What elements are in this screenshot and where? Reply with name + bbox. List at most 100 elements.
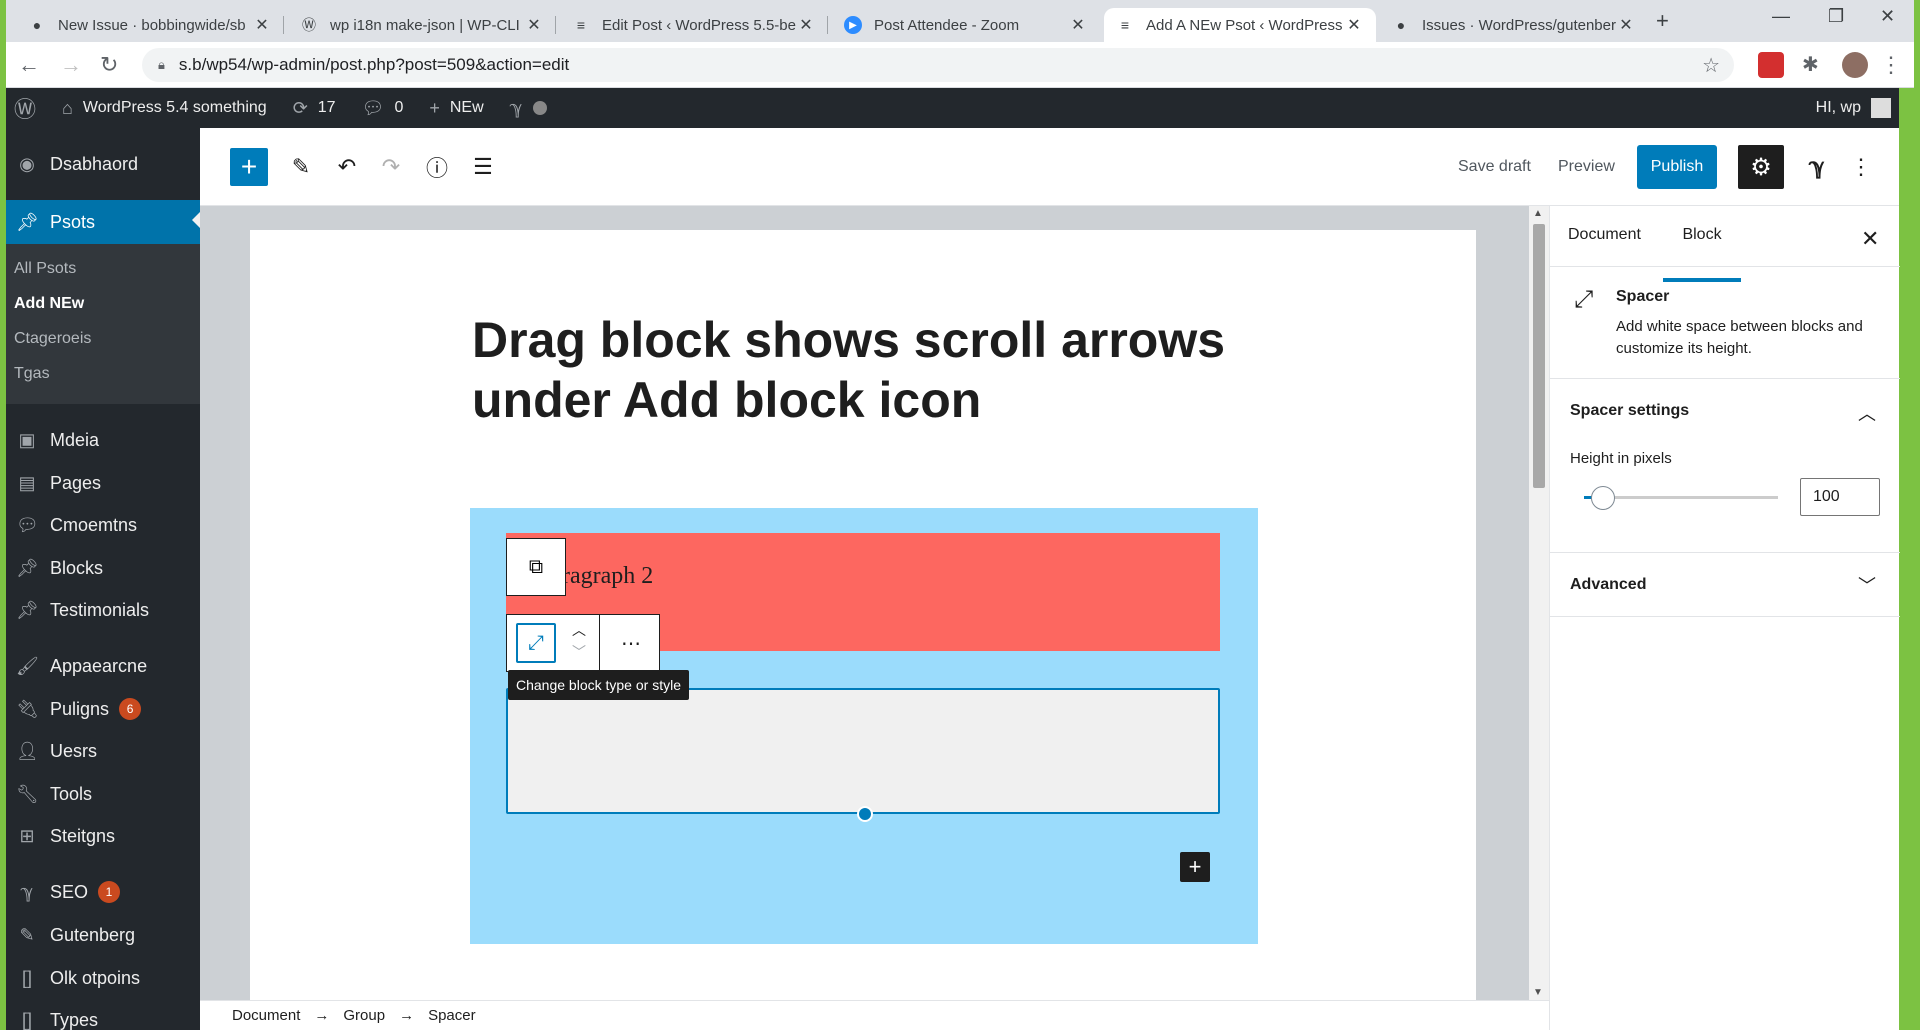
menu-settings[interactable]: ⊞ Steitgns	[6, 816, 200, 856]
browser-tab-3[interactable]: ≡ Edit Post ‹ WordPress 5.5-be ✕	[560, 8, 828, 42]
preview-button[interactable]: Preview	[1558, 158, 1615, 176]
close-icon[interactable]: ✕	[1068, 15, 1088, 35]
spacer-resize-icon: ⤢	[1574, 286, 1594, 313]
menu-appearance[interactable]: 🖌︎ Appaearcne	[6, 646, 200, 686]
block-inserter-button[interactable]: +	[230, 148, 268, 186]
submenu-all-posts[interactable]: All Psots	[14, 260, 76, 278]
submenu-add-new[interactable]: Add NEw	[14, 295, 84, 313]
back-arrow-icon[interactable]: ←	[18, 52, 40, 78]
tab-document[interactable]: Document	[1568, 226, 1641, 282]
post-title[interactable]: Drag block shows scroll arrows under Add…	[472, 310, 1292, 430]
save-draft-button[interactable]: Save draft	[1458, 158, 1531, 176]
minimize-icon[interactable]: —	[1772, 6, 1790, 27]
breadcrumb-group[interactable]: Group	[343, 1007, 385, 1024]
menu-plugins[interactable]: 🔌︎ Puligns 6	[6, 689, 200, 729]
new-content-link[interactable]: + NEw	[429, 98, 483, 119]
menu-gutenberg[interactable]: ✎ Gutenberg	[6, 915, 200, 955]
height-range-thumb[interactable]	[1591, 486, 1616, 510]
move-down-icon[interactable]: ﹀	[561, 641, 597, 663]
tab-block[interactable]: Block	[1663, 226, 1741, 282]
browser-toolbar: ← → ↻ 🔒︎ s.b/wp54/wp-admin/post.php?post…	[6, 42, 1914, 88]
spacer-resize-handle[interactable]	[857, 806, 873, 822]
move-up-icon[interactable]: ︿	[561, 619, 597, 641]
paragraph-text[interactable]: ragraph 2	[562, 563, 653, 590]
group-block[interactable]: ragraph 2 ⧉ ⤢ ︿ ﹀ ⋯ Change block type or…	[470, 508, 1258, 944]
settings-icon: ⊞	[19, 825, 35, 846]
browser-menu-icon[interactable]: ⋮	[1880, 52, 1902, 78]
spacer-settings-panel-toggle[interactable]: Spacer settings	[1570, 402, 1689, 420]
spacer-block-switcher-icon[interactable]: ⤢	[516, 623, 556, 663]
tab-title: Post Attendee - Zoom	[874, 16, 1020, 34]
updates-link[interactable]: ⟳ 17	[293, 98, 336, 119]
advanced-panel-toggle[interactable]: Advanced	[1570, 576, 1646, 594]
menu-testimonials[interactable]: 📌︎ Testimonials	[6, 590, 200, 630]
more-options-icon[interactable]: ⋮	[1846, 148, 1876, 186]
extension-icon[interactable]	[1758, 52, 1784, 78]
close-icon[interactable]: ✕	[252, 15, 272, 35]
menu-comments[interactable]: 💬︎ Cmoemtns	[6, 505, 200, 545]
browser-tab-strip: ● New Issue · bobbingwide/sb ✕ Ⓦ wp i18n…	[6, 0, 1914, 42]
wp-logo-icon[interactable]: Ⓦ	[14, 92, 36, 124]
browser-tab-1[interactable]: ● New Issue · bobbingwide/sb ✕	[16, 8, 284, 42]
close-icon[interactable]: ✕	[524, 15, 544, 35]
comments-link[interactable]: 💬︎ 0	[362, 98, 404, 119]
menu-media[interactable]: ▣ Mdeia	[6, 420, 200, 460]
more-options-icon[interactable]: ⋯	[603, 623, 659, 663]
menu-oik-options[interactable]: [] Olk otpoins	[6, 958, 200, 998]
forward-arrow-icon[interactable]: →	[60, 52, 82, 78]
bookmark-star-icon[interactable]: ☆	[1702, 53, 1720, 78]
my-account-link[interactable]: HI, wp	[1816, 88, 1891, 128]
dashboard-icon: ◉	[19, 153, 35, 174]
menu-seo[interactable]: ℽ SEO 1	[6, 872, 200, 912]
chevron-down-icon[interactable]: ﹀	[1858, 572, 1876, 598]
puzzle-extensions-icon[interactable]: ✱	[1802, 52, 1828, 78]
browser-tab-2[interactable]: Ⓦ wp i18n make-json | WP-CLI ✕	[288, 8, 556, 42]
reload-icon[interactable]: ↻	[100, 52, 118, 78]
close-icon[interactable]: ✕	[1344, 15, 1364, 35]
submenu-tags[interactable]: Tgas	[14, 365, 50, 383]
edit-tools-pencil-icon[interactable]: ✎	[282, 148, 320, 186]
close-icon[interactable]: ✕	[1616, 15, 1636, 35]
settings-gear-icon[interactable]: ⚙	[1738, 145, 1784, 189]
yoast-admin-link[interactable]: ℽ	[510, 98, 547, 119]
group-add-block-plus-icon[interactable]: +	[1180, 852, 1210, 882]
yoast-seo-icon[interactable]: ℽ	[1798, 148, 1836, 186]
submenu-categories[interactable]: Ctageroeis	[14, 330, 91, 348]
info-icon[interactable]: ⓘ	[418, 148, 456, 186]
close-icon[interactable]: ✕	[1861, 226, 1879, 252]
new-label: NEw	[449, 99, 484, 116]
menu-tools[interactable]: 🔧︎ Tools	[6, 774, 200, 814]
undo-icon[interactable]: ↶	[328, 148, 366, 186]
maximize-icon[interactable]: ❐	[1828, 6, 1844, 27]
publish-button[interactable]: Publish	[1637, 145, 1717, 189]
scroll-down-arrow-icon[interactable]: ▼	[1533, 987, 1543, 998]
pin-icon: 📌︎	[16, 599, 39, 620]
browser-tab-5-active[interactable]: ≡ Add A NEw Psot ‹ WordPress ✕	[1104, 8, 1376, 42]
block-navigation-icon[interactable]: ☰	[464, 148, 502, 186]
spacer-block[interactable]	[506, 688, 1220, 822]
browser-tab-6[interactable]: ● Issues · WordPress/gutenber ✕	[1380, 8, 1648, 42]
height-number-input[interactable]	[1800, 478, 1880, 516]
breadcrumb-document[interactable]: Document	[232, 1007, 300, 1024]
window-close-icon[interactable]: ✕	[1880, 6, 1895, 27]
browser-tab-4[interactable]: ▶ Post Attendee - Zoom ✕	[832, 8, 1100, 42]
scroll-up-arrow-icon[interactable]: ▲	[1533, 208, 1543, 219]
menu-posts[interactable]: 📌︎ Psots	[6, 200, 200, 244]
menu-pages[interactable]: ▤ Pages	[6, 463, 200, 503]
close-icon[interactable]: ✕	[796, 15, 816, 35]
menu-types[interactable]: [] Types	[6, 1000, 200, 1030]
block-card-description: Add white space between blocks and custo…	[1616, 318, 1863, 357]
scrollbar-thumb[interactable]	[1533, 224, 1545, 488]
content-scrollbar[interactable]: ▲ ▼	[1529, 206, 1549, 1000]
chevron-up-icon[interactable]: ︿	[1858, 400, 1876, 426]
menu-dashboard[interactable]: ◉ Dsabhaord	[6, 144, 200, 184]
profile-avatar[interactable]	[1842, 52, 1868, 78]
menu-users[interactable]: 👤︎ Uesrs	[6, 731, 200, 771]
redo-icon[interactable]: ↷	[372, 148, 410, 186]
select-parent-block-icon[interactable]: ⧉	[506, 538, 566, 596]
address-bar[interactable]: 🔒︎ s.b/wp54/wp-admin/post.php?post=509&a…	[142, 48, 1734, 82]
new-tab-plus-icon[interactable]: +	[1656, 8, 1669, 34]
breadcrumb-spacer[interactable]: Spacer	[428, 1007, 476, 1024]
menu-blocks[interactable]: 📌︎ Blocks	[6, 548, 200, 588]
site-name-link[interactable]: ⌂ WordPress 5.4 something	[62, 98, 267, 119]
